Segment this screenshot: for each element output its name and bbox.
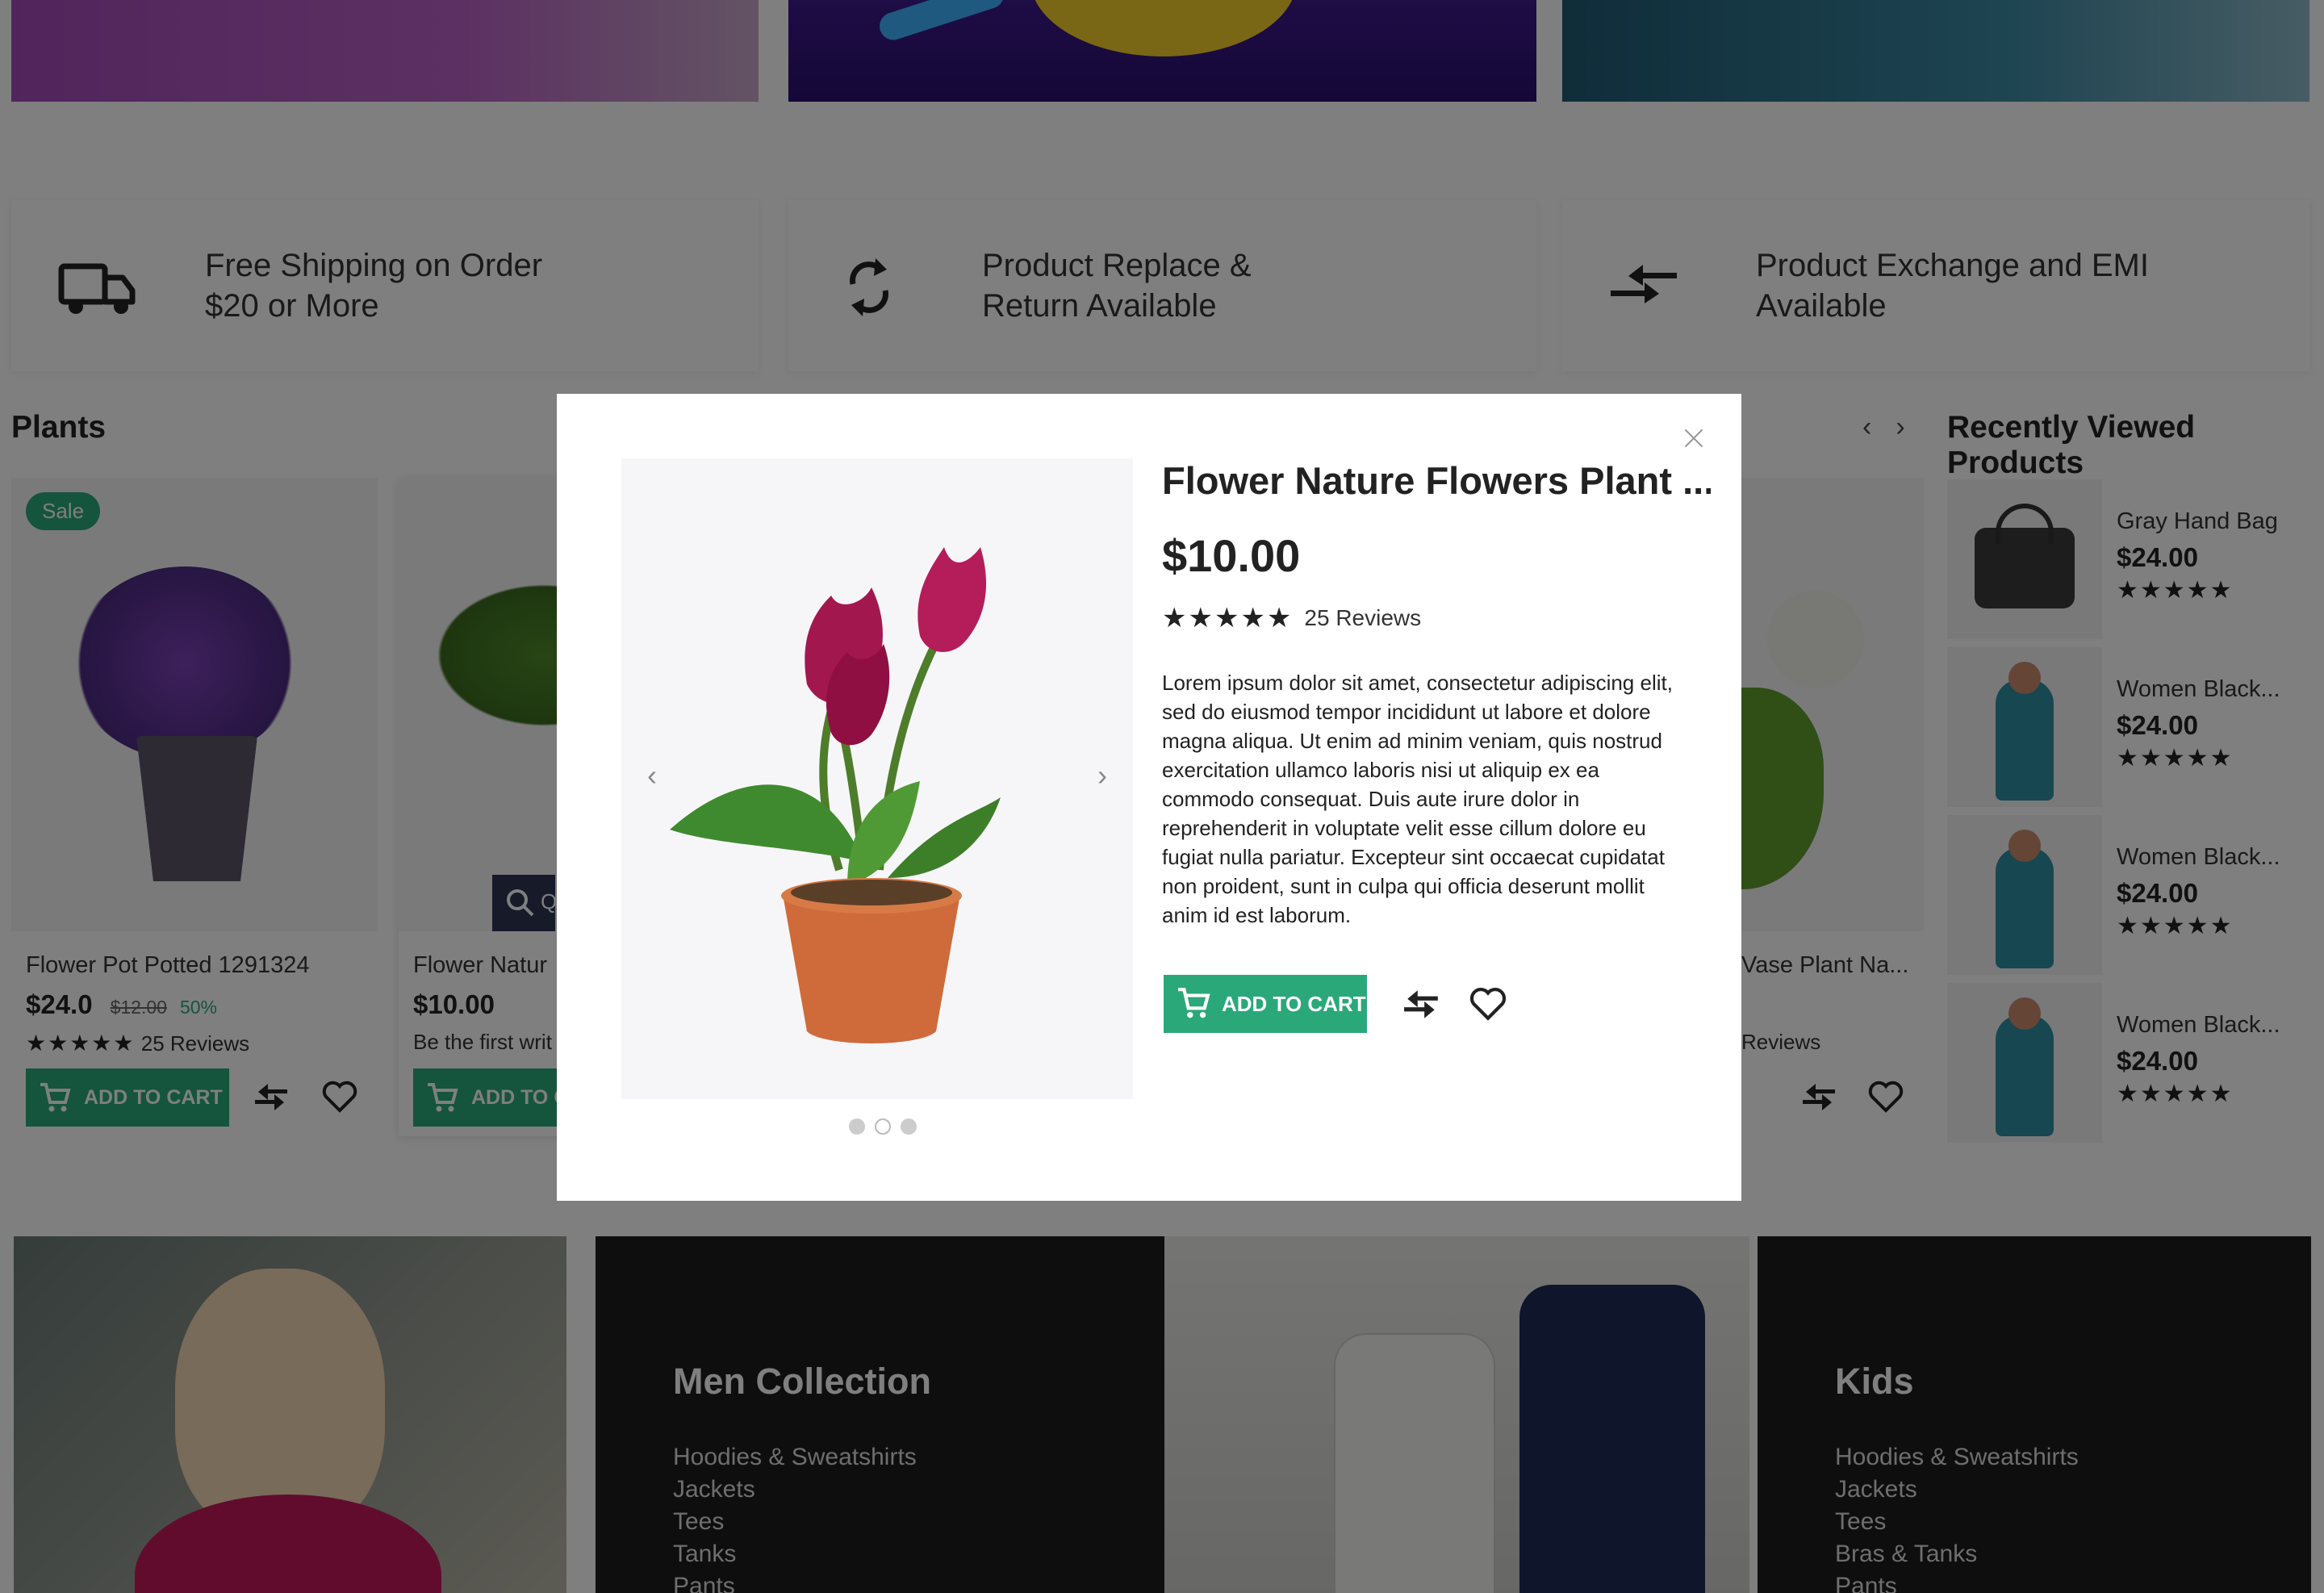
gallery-prev-button[interactable]: ‹	[636, 759, 668, 792]
product-title: Flower Nature Flowers Plant ...	[1162, 459, 1711, 502]
tulip-image	[670, 547, 1001, 1043]
gallery-dot-active[interactable]	[875, 1118, 891, 1135]
product-rating: ★★★★★ 25 Reviews	[1162, 602, 1421, 634]
gallery-next-button[interactable]: ›	[1086, 759, 1118, 792]
compare-icon[interactable]	[1402, 985, 1441, 1023]
quick-view-modal: ‹ › Flower Nature Flowers Plant ... $10.…	[557, 394, 1741, 1201]
product-price: $10.00	[1162, 530, 1301, 581]
add-to-cart-label: ADD TO CART	[1222, 991, 1366, 1016]
product-description: Lorem ipsum dolor sit amet, consectetur …	[1162, 671, 1673, 927]
gallery-pagination	[849, 1118, 917, 1135]
product-gallery: ‹ ›	[621, 458, 1133, 1099]
add-to-cart-button[interactable]: ADD TO CART	[1164, 975, 1367, 1033]
close-icon[interactable]	[1680, 424, 1707, 452]
review-count[interactable]: 25 Reviews	[1304, 605, 1421, 631]
star-rating-icon: ★★★★★	[1162, 603, 1294, 633]
gallery-dot[interactable]	[901, 1118, 917, 1135]
heart-icon[interactable]	[1469, 985, 1507, 1023]
gallery-dot[interactable]	[849, 1118, 865, 1135]
cart-icon	[1178, 988, 1210, 1018]
